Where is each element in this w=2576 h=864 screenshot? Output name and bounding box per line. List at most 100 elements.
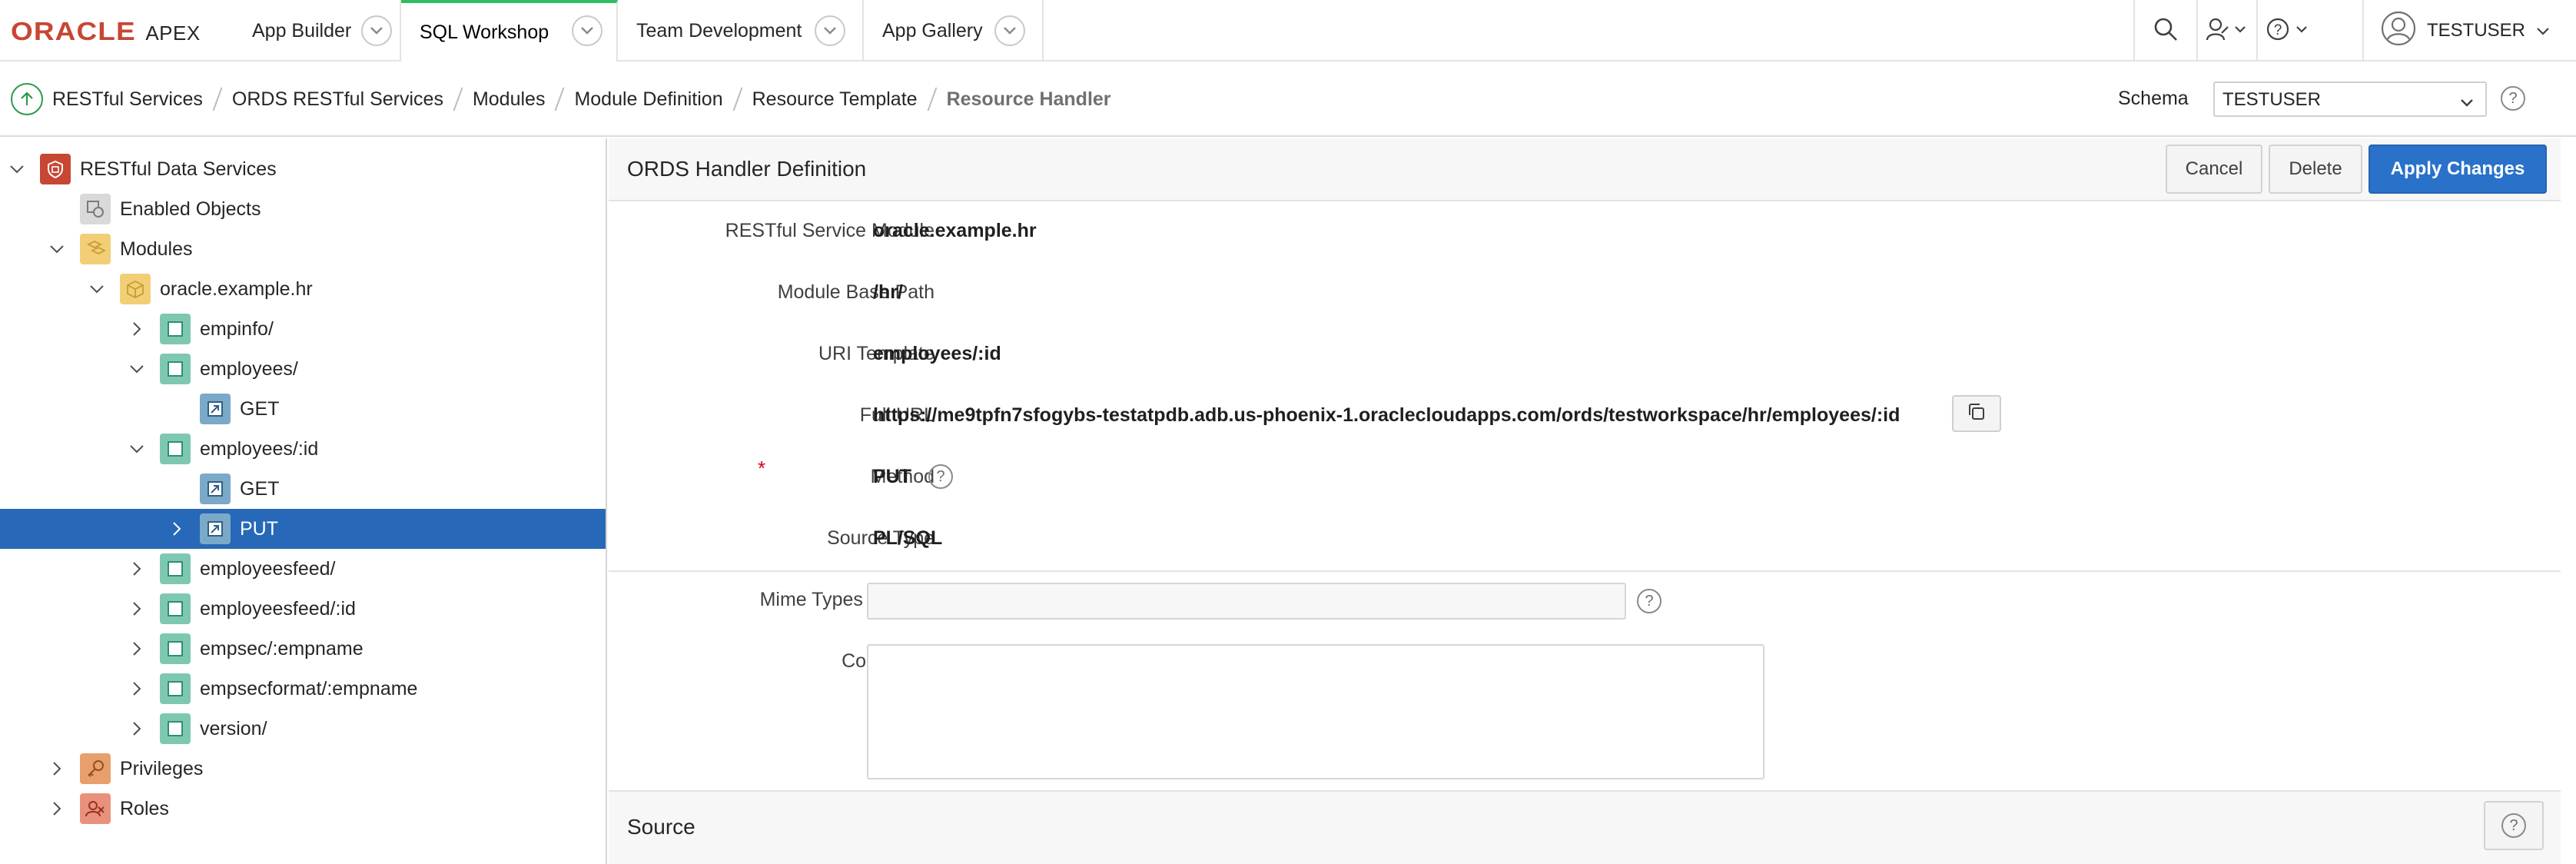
chevron-right-icon[interactable] xyxy=(128,600,146,618)
module-value: oracle.example.hr xyxy=(873,220,1037,241)
chevron-down-icon[interactable] xyxy=(128,360,146,378)
chevron-right-icon[interactable] xyxy=(48,759,66,778)
tree-node-label: Modules xyxy=(120,238,193,260)
tree-node-template[interactable]: employees/:id xyxy=(0,429,606,469)
mime-types-input[interactable] xyxy=(867,583,1626,620)
breadcrumb: RESTful Services ORDS RESTful Services M… xyxy=(11,83,1111,115)
handler-definition-region: ORDS Handler Definition Cancel Delete Ap… xyxy=(609,138,2561,864)
chevron-down-icon[interactable] xyxy=(815,15,845,46)
tab-label: App Gallery xyxy=(882,19,983,42)
chevron-right-icon[interactable] xyxy=(168,520,186,538)
breadcrumb-ords-restful-services[interactable]: ORDS RESTful Services xyxy=(232,88,443,111)
user-menu-button[interactable]: TESTUSER xyxy=(2362,0,2576,61)
chevron-down-icon[interactable] xyxy=(48,240,66,258)
chevron-down-icon[interactable] xyxy=(361,15,392,46)
tree-node-restful-data-services[interactable]: RESTful Data Services xyxy=(0,149,606,189)
chevron-down-icon[interactable] xyxy=(994,15,1025,46)
breadcrumb-modules[interactable]: Modules xyxy=(473,88,546,111)
template-icon xyxy=(160,314,191,344)
tree-node-label: empinfo/ xyxy=(200,317,274,340)
chevron-down-icon[interactable] xyxy=(8,160,26,178)
tree-node-template[interactable]: version/ xyxy=(0,709,606,749)
template-icon xyxy=(160,713,191,744)
chevron-down-icon[interactable] xyxy=(88,280,106,298)
template-icon xyxy=(160,633,191,664)
schema-label: Schema xyxy=(2118,88,2189,109)
chevron-down-icon[interactable] xyxy=(128,440,146,458)
apply-changes-button[interactable]: Apply Changes xyxy=(2369,145,2547,194)
chevron-right-icon[interactable] xyxy=(48,799,66,818)
schema-help-icon[interactable]: ? xyxy=(2501,86,2525,111)
breadcrumb-separator xyxy=(927,87,937,111)
tree-node-template[interactable]: employeesfeed/ xyxy=(0,549,606,589)
tree-node-template[interactable]: employeesfeed/:id xyxy=(0,589,606,629)
tree-node-modules[interactable]: Modules xyxy=(0,229,606,269)
tree-node-label: RESTful Data Services xyxy=(80,158,277,180)
handler-icon xyxy=(200,394,231,424)
tab-label: Team Development xyxy=(636,19,802,42)
breadcrumb-resource-template[interactable]: Resource Template xyxy=(752,88,918,111)
comments-textarea[interactable] xyxy=(867,644,1764,779)
tab-app-builder[interactable]: App Builder xyxy=(234,0,401,61)
breadcrumb-separator xyxy=(732,87,743,111)
tree-node-handler[interactable]: GET xyxy=(0,469,606,509)
tree-node-privileges[interactable]: Privileges xyxy=(0,749,606,789)
copy-url-button[interactable] xyxy=(1952,395,2001,432)
chevron-right-icon[interactable] xyxy=(128,680,146,698)
tree-node-label: empsec/:empname xyxy=(200,637,363,660)
tree-node-label: Enabled Objects xyxy=(120,198,261,220)
tree-node-label: Privileges xyxy=(120,757,204,779)
region-header: ORDS Handler Definition Cancel Delete Ap… xyxy=(609,138,2561,201)
schema-select[interactable]: TESTUSER xyxy=(2213,81,2487,117)
tab-team-development[interactable]: Team Development xyxy=(618,0,864,61)
tree-node-label: employees/ xyxy=(200,357,298,380)
method-help-icon[interactable]: ? xyxy=(928,464,953,489)
breadcrumb-restful-services[interactable]: RESTful Services xyxy=(52,88,203,111)
tree-node-roles[interactable]: Roles xyxy=(0,789,606,829)
oracle-apex-logo[interactable]: ORACLE APEX xyxy=(11,17,201,45)
help-circle-icon: ? xyxy=(2266,16,2311,46)
rest-services-icon xyxy=(40,154,71,184)
cancel-button[interactable]: Cancel xyxy=(2166,145,2262,194)
arrow-up-icon[interactable] xyxy=(11,83,43,115)
tree-node-template[interactable]: empsecformat/:empname xyxy=(0,669,606,709)
base-path-label: Module Base Path xyxy=(777,281,934,303)
administration-menu-button[interactable] xyxy=(2196,0,2256,61)
full-url-value: https://me9tpfn7sfogybs-testatpdb.adb.us… xyxy=(873,404,1900,426)
tree-node-template[interactable]: empinfo/ xyxy=(0,309,606,349)
tree-node-template[interactable]: employees/ xyxy=(0,349,606,389)
source-help-button[interactable]: ? xyxy=(2484,801,2544,850)
tab-label: App Builder xyxy=(252,19,352,42)
chevron-down-icon[interactable] xyxy=(572,15,603,46)
chevron-right-icon[interactable] xyxy=(128,640,146,658)
module-icon xyxy=(120,274,151,304)
tree-node-handler-selected[interactable]: PUT xyxy=(0,509,606,549)
tree-node-handler[interactable]: GET xyxy=(0,389,606,429)
tree-node-label: Roles xyxy=(120,797,169,819)
source-region-header: Source ? xyxy=(609,790,2561,864)
breadcrumb-module-definition[interactable]: Module Definition xyxy=(574,88,722,111)
chevron-right-icon[interactable] xyxy=(128,560,146,578)
uri-template-value: employees/:id xyxy=(873,343,1001,364)
roles-icon xyxy=(80,793,111,824)
tree-node-enabled-objects[interactable]: Enabled Objects xyxy=(0,189,606,229)
tree-node-module-oracle-example-hr[interactable]: oracle.example.hr xyxy=(0,269,606,309)
tab-app-gallery[interactable]: App Gallery xyxy=(864,0,1044,61)
mime-types-help-icon[interactable]: ? xyxy=(1637,589,1661,613)
section-divider xyxy=(609,570,2561,572)
search-button[interactable] xyxy=(2133,0,2196,61)
tab-sql-workshop[interactable]: SQL Workshop xyxy=(401,0,618,61)
tree-node-label: version/ xyxy=(200,717,267,739)
template-icon xyxy=(160,354,191,384)
breadcrumb-bar: RESTful Services ORDS RESTful Services M… xyxy=(0,61,2576,137)
chevron-right-icon[interactable] xyxy=(128,320,146,338)
delete-button[interactable]: Delete xyxy=(2269,145,2362,194)
help-circle-icon: ? xyxy=(2501,813,2526,838)
source-title: Source xyxy=(627,815,695,839)
tree-node-template[interactable]: empsec/:empname xyxy=(0,629,606,669)
breadcrumb-separator xyxy=(453,87,463,111)
help-menu-button[interactable]: ? xyxy=(2256,0,2319,61)
tree-node-label: GET xyxy=(240,397,280,420)
chevron-right-icon[interactable] xyxy=(128,719,146,738)
privileges-icon xyxy=(80,753,111,784)
